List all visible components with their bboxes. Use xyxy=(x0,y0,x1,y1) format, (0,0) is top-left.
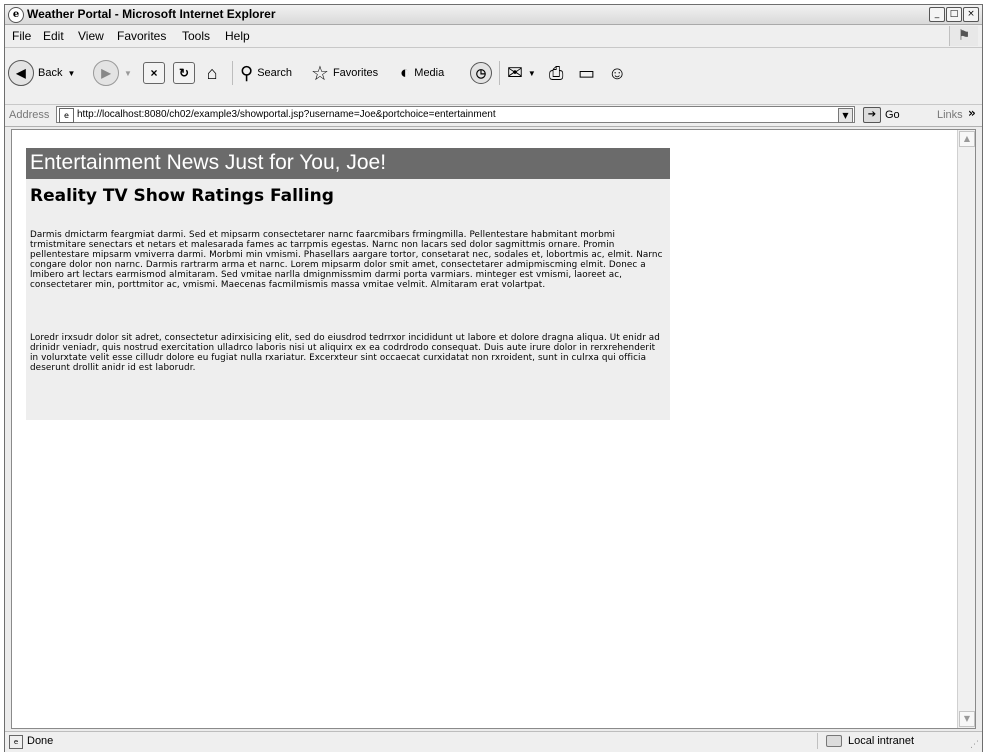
back-dropdown-icon[interactable]: ▼ xyxy=(67,69,75,78)
back-arrow-icon: ◀ xyxy=(8,60,34,86)
browser-window: e Weather Portal - Microsoft Internet Ex… xyxy=(4,4,983,752)
address-input[interactable]: e http://localhost:8080/ch02/example3/sh… xyxy=(56,106,855,123)
favorites-button[interactable]: ☆ Favorites xyxy=(311,59,378,87)
media-icon: ◐ xyxy=(400,63,411,82)
story-title: Reality TV Show Ratings Falling xyxy=(30,186,334,206)
mail-button[interactable]: ✉ ▼ xyxy=(507,59,536,87)
story-paragraph: Darmis dmictarm feargmiat darmi. Sed et … xyxy=(30,230,663,290)
media-label: Media xyxy=(414,67,445,79)
search-icon: ⚲ xyxy=(240,62,254,83)
scroll-up-button[interactable]: ▲ xyxy=(959,131,975,147)
search-button[interactable]: ⚲ Search xyxy=(240,59,292,87)
print-button[interactable]: ⎙ xyxy=(549,59,563,87)
forward-button[interactable]: ▶ ▼ xyxy=(93,59,132,87)
window-title: Weather Portal - Microsoft Internet Expl… xyxy=(27,7,276,21)
forward-arrow-icon: ▶ xyxy=(93,60,119,86)
refresh-icon: ↻ xyxy=(173,62,195,84)
address-url[interactable]: http://localhost:8080/ch02/example3/show… xyxy=(77,109,496,120)
menu-tools[interactable]: Tools xyxy=(182,29,210,43)
history-button[interactable]: ◷ xyxy=(470,59,492,87)
links-chevron-icon[interactable]: » xyxy=(968,106,976,120)
story-paragraph: Loredr irxsudr dolor sit adret, consecte… xyxy=(30,333,660,373)
portal-heading: Entertainment News Just for You, Joe! xyxy=(30,151,387,174)
close-button[interactable]: × xyxy=(963,7,979,22)
status-bar: e Done Local intranet ⋰ xyxy=(5,731,982,752)
go-arrow-icon: ➔ xyxy=(863,107,881,123)
address-bar: Address e http://localhost:8080/ch02/exa… xyxy=(5,105,982,127)
search-label: Search xyxy=(257,67,293,79)
address-label: Address xyxy=(9,109,50,121)
windows-flag-icon: ⚑ xyxy=(949,26,978,46)
minimize-button[interactable]: _ xyxy=(929,7,945,22)
mail-icon: ✉ xyxy=(507,62,523,84)
home-button[interactable]: ⌂ xyxy=(202,59,222,87)
edit-icon: ▭ xyxy=(578,62,596,83)
stop-button[interactable]: × xyxy=(143,59,165,87)
ie-logo-icon[interactable]: e xyxy=(8,7,24,23)
menu-file[interactable]: File xyxy=(12,29,31,43)
star-icon: ☆ xyxy=(311,62,329,85)
menu-favorites[interactable]: Favorites xyxy=(117,29,166,43)
title-bar[interactable]: e Weather Portal - Microsoft Internet Ex… xyxy=(5,5,982,25)
go-button[interactable]: ➔ Go xyxy=(863,107,900,123)
zone-label: Local intranet xyxy=(848,735,915,747)
home-icon: ⌂ xyxy=(206,62,218,83)
messenger-button[interactable]: ☺ xyxy=(608,59,626,87)
menu-view[interactable]: View xyxy=(78,29,104,43)
forward-dropdown-icon[interactable]: ▼ xyxy=(124,69,132,78)
portal-header: Entertainment News Just for You, Joe! xyxy=(26,148,670,179)
portal-panel: Entertainment News Just for You, Joe! Re… xyxy=(26,148,670,420)
page-viewport[interactable]: Entertainment News Just for You, Joe! Re… xyxy=(11,129,976,729)
mail-dropdown-icon[interactable]: ▼ xyxy=(528,69,536,78)
messenger-icon: ☺ xyxy=(608,62,627,83)
page-status-icon: e xyxy=(9,735,23,749)
security-zone[interactable]: Local intranet xyxy=(817,733,934,749)
back-button[interactable]: ◀ Back ▼ xyxy=(8,59,75,87)
edit-button[interactable]: ▭ xyxy=(578,59,595,87)
scroll-down-button[interactable]: ▼ xyxy=(959,711,975,727)
print-icon: ⎙ xyxy=(549,62,564,83)
toolbar-separator xyxy=(232,61,233,85)
links-button[interactable]: Links xyxy=(937,109,963,121)
favorites-label: Favorites xyxy=(332,67,379,79)
intranet-icon xyxy=(826,735,842,747)
address-dropdown-button[interactable]: ▼ xyxy=(838,108,853,123)
resize-grip-icon[interactable]: ⋰ xyxy=(970,740,979,750)
maximize-button[interactable]: □ xyxy=(946,7,962,22)
status-text: Done xyxy=(27,735,54,747)
media-button[interactable]: ◐ Media xyxy=(400,59,444,87)
history-icon: ◷ xyxy=(470,62,492,84)
stop-icon: × xyxy=(143,62,165,84)
menu-edit[interactable]: Edit xyxy=(43,29,64,43)
go-label: Go xyxy=(885,109,900,121)
page-icon: e xyxy=(59,108,74,123)
refresh-button[interactable]: ↻ xyxy=(173,59,195,87)
menu-help[interactable]: Help xyxy=(225,29,250,43)
menu-bar: File Edit View Favorites Tools Help ⚑ xyxy=(5,25,982,48)
toolbar-separator xyxy=(499,61,500,85)
vertical-scrollbar[interactable]: ▲ ▼ xyxy=(957,130,975,728)
standard-toolbar: ◀ Back ▼ ▶ ▼ × ↻ ⌂ ⚲ Search ☆ Favorites … xyxy=(5,48,982,105)
back-label: Back xyxy=(38,67,63,79)
